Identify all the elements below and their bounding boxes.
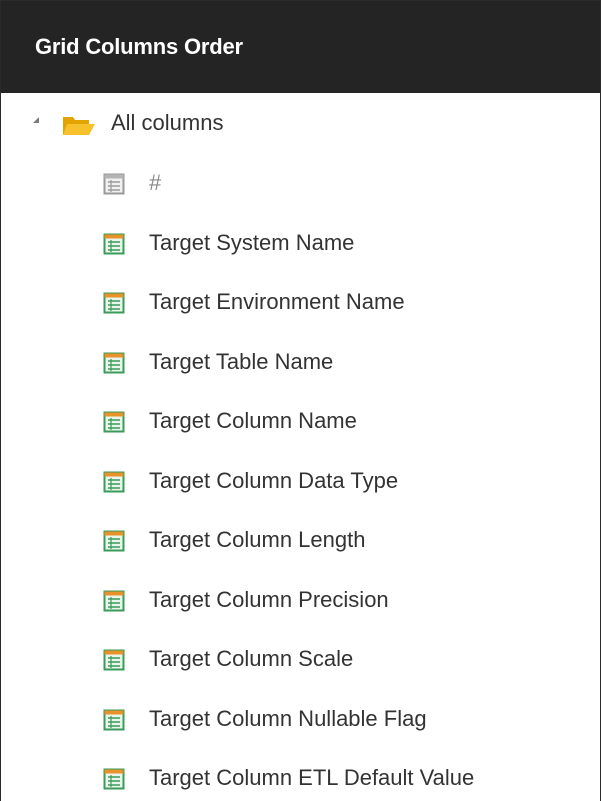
column-icon (103, 173, 125, 195)
grid-columns-order-panel: Grid Columns Order All columns # Target S… (0, 0, 601, 801)
column-icon (103, 709, 125, 730)
column-item-label: Target Column Data Type (149, 467, 399, 493)
column-item-label: Target Environment Name (149, 289, 405, 314)
column-item[interactable]: Target Table Name (1, 332, 600, 390)
column-item[interactable]: Target Column ETL Default Value (1, 748, 600, 801)
column-icon (103, 649, 125, 671)
column-item-label: Target Column Precision (149, 586, 389, 612)
column-item[interactable]: Target Environment Name (1, 272, 600, 330)
column-icon (103, 411, 125, 433)
column-icon (103, 471, 125, 492)
column-icon (103, 352, 125, 373)
column-icon (103, 292, 125, 314)
column-item[interactable]: Target Column Data Type (1, 451, 600, 509)
open-folder-icon (63, 117, 95, 135)
tree-root-label: All columns (111, 110, 224, 135)
tree-root-all-columns[interactable]: All columns (1, 93, 600, 153)
column-item-label: Target Column Name (149, 408, 357, 433)
column-item[interactable]: Target Column Precision (1, 570, 600, 628)
column-icon (103, 590, 125, 611)
column-item[interactable]: Target Column Name (1, 391, 600, 449)
column-item[interactable]: Target System Name (1, 213, 600, 271)
column-item[interactable]: Target Column Length (1, 510, 600, 568)
column-item[interactable]: # (1, 153, 600, 211)
column-icon (103, 530, 125, 552)
column-item-label: Target Column Length (149, 527, 366, 552)
column-item-label: Target Column Scale (149, 646, 354, 671)
column-item[interactable]: Target Column Nullable Flag (1, 689, 600, 747)
panel-title: Grid Columns Order (1, 1, 600, 93)
column-icon (103, 233, 125, 254)
column-item-label: Target Table Name (149, 348, 334, 374)
column-item-label: # (149, 170, 162, 195)
column-item[interactable]: Target Column Scale (1, 629, 600, 687)
column-item-label: Target System Name (149, 229, 355, 255)
collapse-triangle-icon[interactable] (33, 117, 39, 123)
column-item-label: Target Column ETL Default Value (149, 765, 475, 790)
column-item-label: Target Column Nullable Flag (149, 705, 427, 731)
column-icon (103, 768, 125, 790)
